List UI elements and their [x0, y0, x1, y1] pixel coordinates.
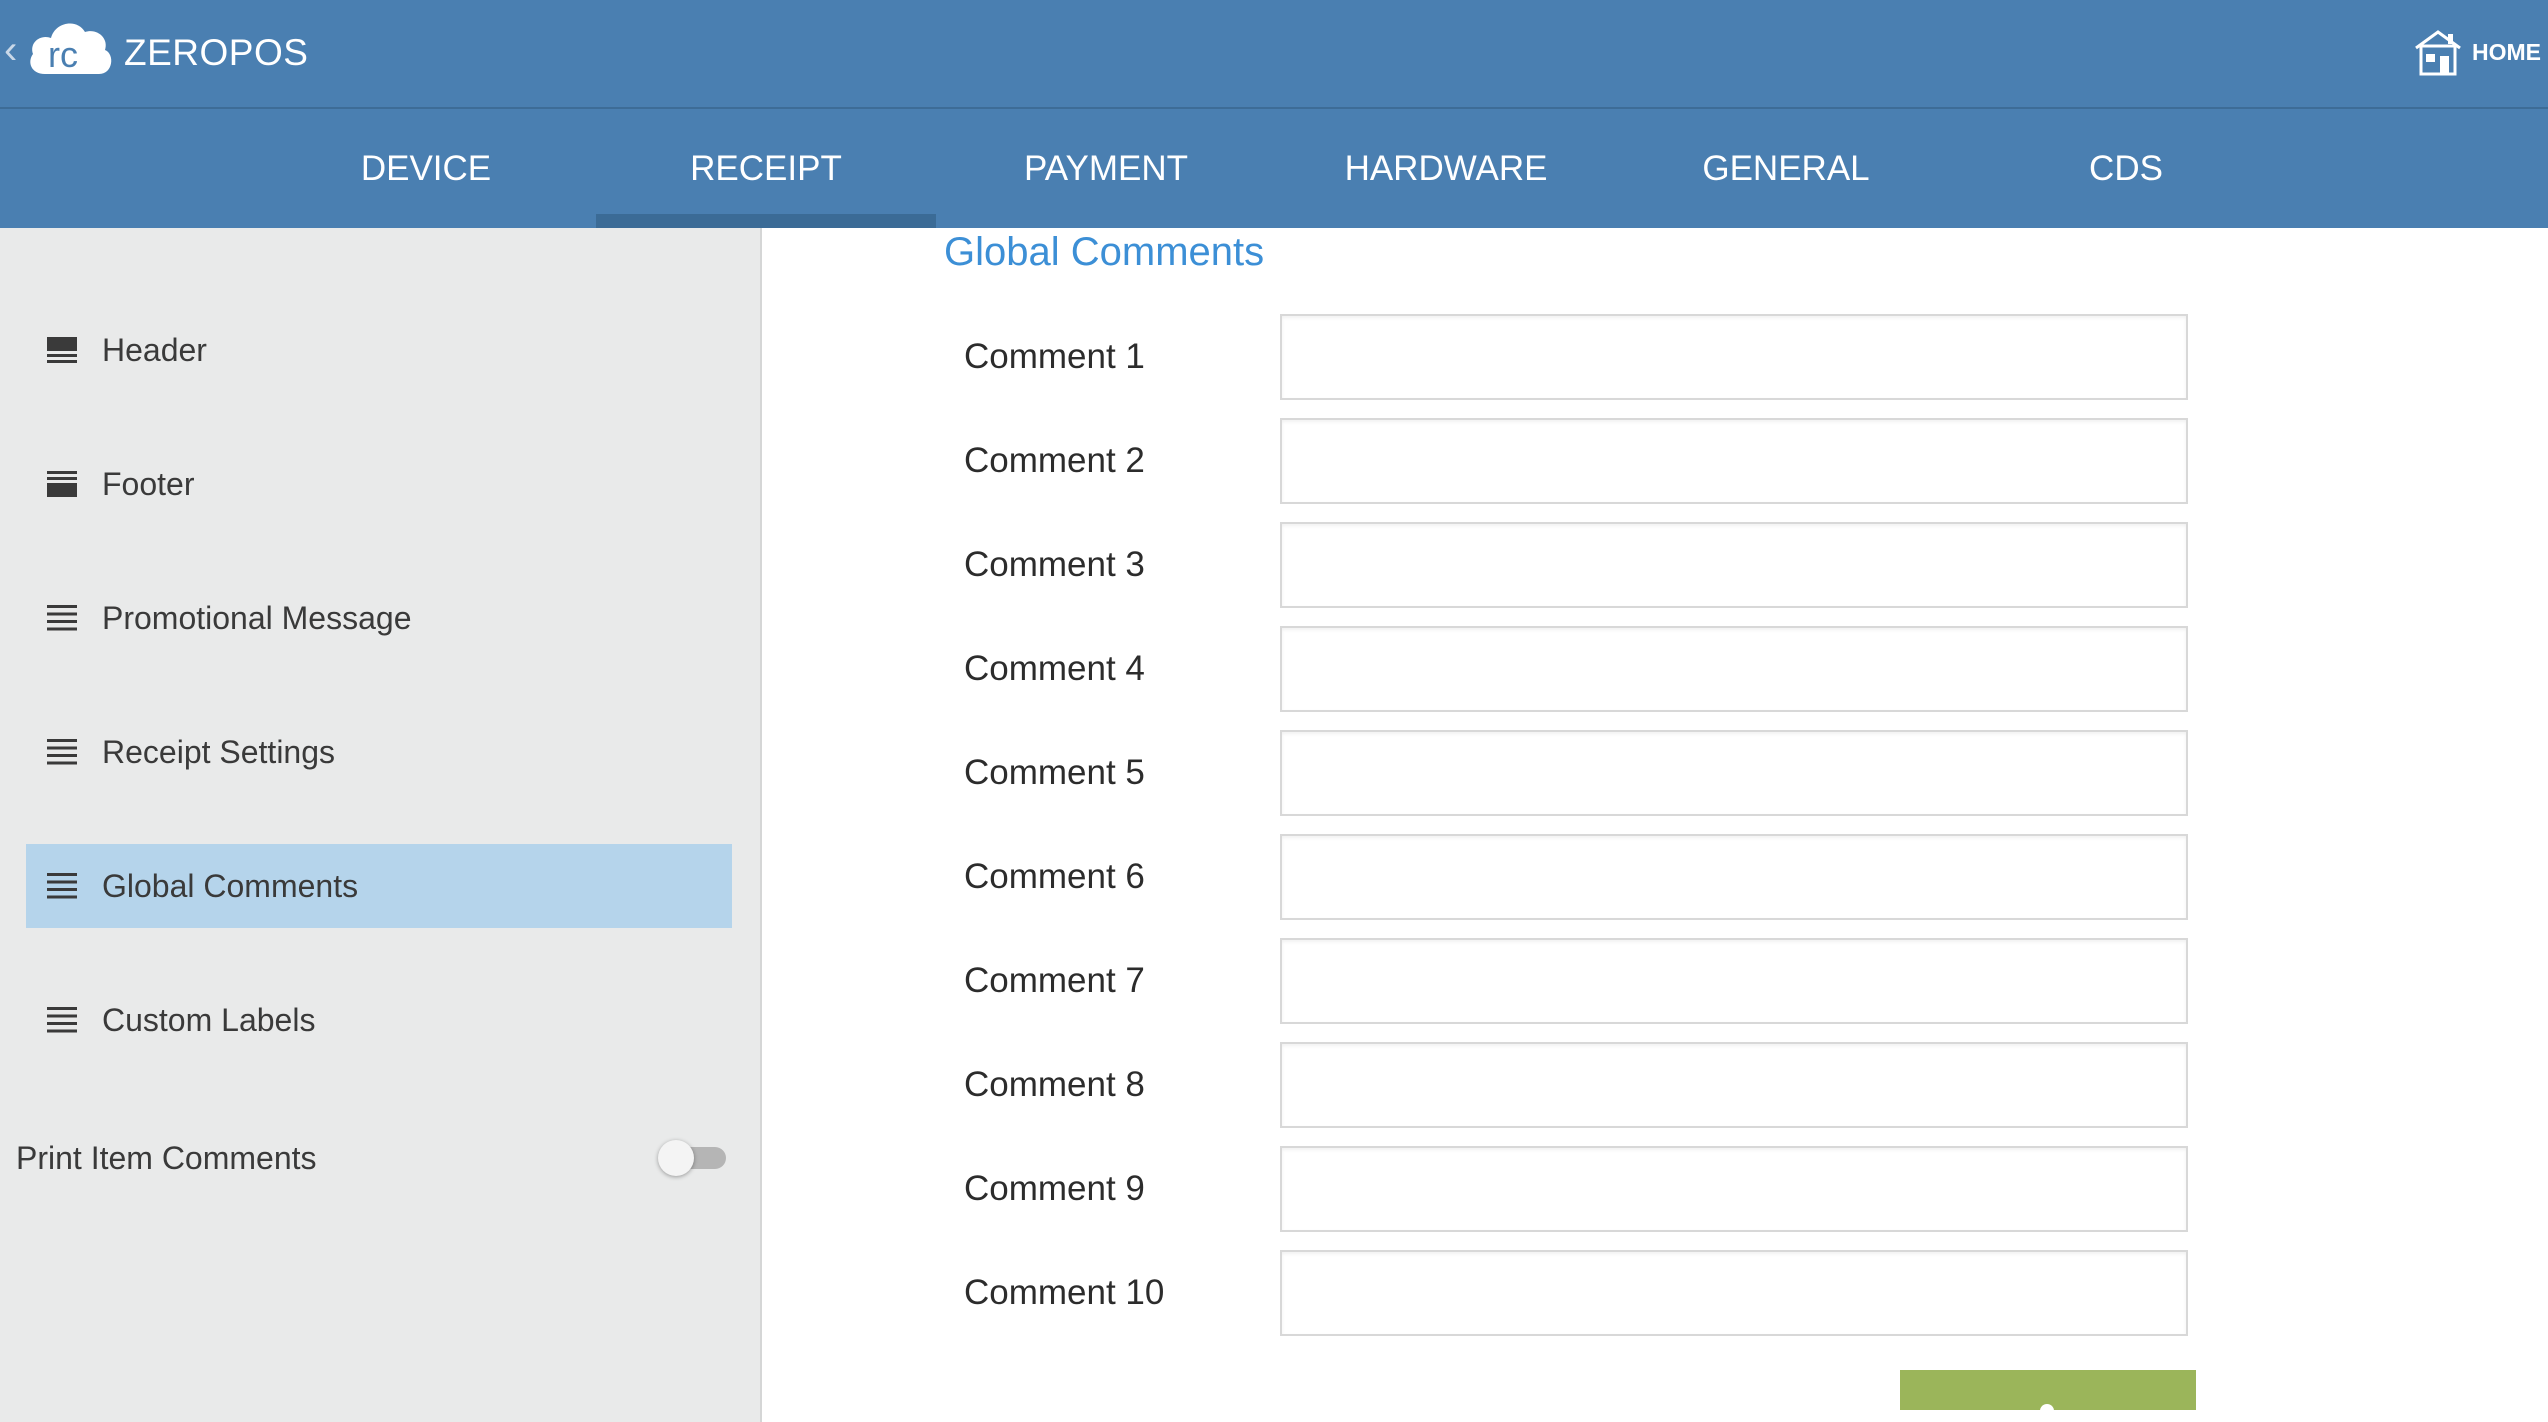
comment-10-input[interactable]	[1280, 1250, 2188, 1336]
home-label: HOME	[2472, 38, 2541, 65]
comment-row: Comment 4	[964, 626, 2188, 712]
sidebar-item-receipt-settings[interactable]: Receipt Settings	[26, 710, 732, 794]
toggle-thumb	[658, 1140, 694, 1176]
list-icon	[47, 1007, 77, 1033]
list-icon	[47, 605, 77, 631]
comment-label: Comment 7	[964, 961, 1145, 1000]
comment-label: Comment 1	[964, 337, 1145, 376]
tab-receipt[interactable]: RECEIPT	[596, 109, 936, 228]
save-button[interactable]	[1900, 1370, 2196, 1412]
list-icon	[47, 873, 77, 899]
sidebar-item-label: Header	[102, 331, 207, 368]
comment-label: Comment 8	[964, 1065, 1145, 1104]
comment-label: Comment 2	[964, 441, 1145, 480]
comment-row: Comment 1	[964, 314, 2188, 400]
print-item-comments-label: Print Item Comments	[16, 1140, 317, 1176]
sidebar-item-promotional-message[interactable]: Promotional Message	[26, 576, 732, 660]
tab-hardware[interactable]: HARDWARE	[1276, 109, 1616, 228]
home-icon	[2415, 30, 2461, 76]
comment-7-input[interactable]	[1280, 938, 2188, 1024]
home-button[interactable]: HOME	[2412, 26, 2541, 78]
sidebar-item-label: Receipt Settings	[102, 733, 336, 770]
comment-row: Comment 9	[964, 1146, 2188, 1232]
comment-row: Comment 8	[964, 1042, 2188, 1128]
comment-4-input[interactable]	[1280, 626, 2188, 712]
comment-row: Comment 6	[964, 834, 2188, 920]
comment-row: Comment 3	[964, 522, 2188, 608]
comment-label: Comment 4	[964, 649, 1145, 688]
sidebar-item-custom-labels[interactable]: Custom Labels	[26, 978, 732, 1062]
back-chevron-icon[interactable]: ‹	[4, 30, 17, 70]
sidebar-item-footer[interactable]: Footer	[26, 442, 732, 526]
header-icon	[47, 337, 77, 363]
comment-label: Comment 3	[964, 545, 1145, 584]
list-icon	[47, 739, 77, 765]
comment-1-input[interactable]	[1280, 314, 2188, 400]
sidebar-item-header[interactable]: Header	[26, 308, 732, 392]
app-title: ZEROPOS	[124, 32, 309, 73]
settings-tabs: DEVICE RECEIPT PAYMENT HARDWARE GENERAL …	[0, 109, 2548, 228]
comment-3-input[interactable]	[1280, 522, 2188, 608]
footer-icon	[47, 471, 77, 497]
sidebar-item-label: Footer	[102, 465, 195, 502]
tab-general[interactable]: GENERAL	[1616, 109, 1956, 228]
comment-label: Comment 10	[964, 1273, 1165, 1312]
tab-device[interactable]: DEVICE	[256, 109, 596, 228]
sidebar-item-global-comments[interactable]: Global Comments	[26, 844, 732, 928]
comment-6-input[interactable]	[1280, 834, 2188, 920]
cloud-logo-icon[interactable]: rc	[25, 14, 115, 80]
comment-5-input[interactable]	[1280, 730, 2188, 816]
comment-row: Comment 10	[964, 1250, 2188, 1336]
page-title: Global Comments	[944, 230, 1265, 274]
sidebar-item-label: Promotional Message	[102, 599, 412, 636]
print-item-comments-row: Print Item Comments	[16, 1138, 726, 1178]
comment-row: Comment 5	[964, 730, 2188, 816]
tab-cds[interactable]: CDS	[1956, 109, 2296, 228]
comment-row: Comment 2	[964, 418, 2188, 504]
print-item-comments-toggle[interactable]	[656, 1140, 736, 1176]
sidebar-item-label: Global Comments	[102, 867, 359, 904]
comment-label: Comment 6	[964, 857, 1145, 896]
sidebar: Header Footer Promotional Message Receip…	[0, 228, 762, 1422]
comment-8-input[interactable]	[1280, 1042, 2188, 1128]
comment-9-input[interactable]	[1280, 1146, 2188, 1232]
tab-payment[interactable]: PAYMENT	[936, 109, 1276, 228]
comment-2-input[interactable]	[1280, 418, 2188, 504]
comment-row: Comment 7	[964, 938, 2188, 1024]
comment-label: Comment 5	[964, 753, 1145, 792]
app-header: ‹ rc ZEROPOS HOME	[0, 0, 2548, 109]
sidebar-item-label: Custom Labels	[102, 1001, 316, 1038]
comment-label: Comment 9	[964, 1169, 1145, 1208]
svg-text:rc: rc	[48, 34, 78, 75]
